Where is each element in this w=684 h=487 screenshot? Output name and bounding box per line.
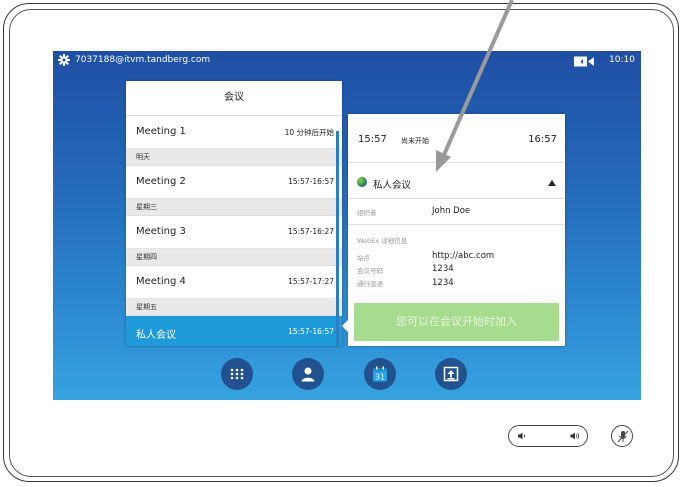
volume-control[interactable] (508, 425, 588, 447)
volume-down-icon[interactable] (517, 431, 527, 441)
volume-up-icon[interactable] (570, 431, 580, 441)
callout-arrow (436, 0, 514, 172)
mic-muted-icon (617, 430, 629, 443)
mute-button[interactable] (611, 425, 633, 447)
